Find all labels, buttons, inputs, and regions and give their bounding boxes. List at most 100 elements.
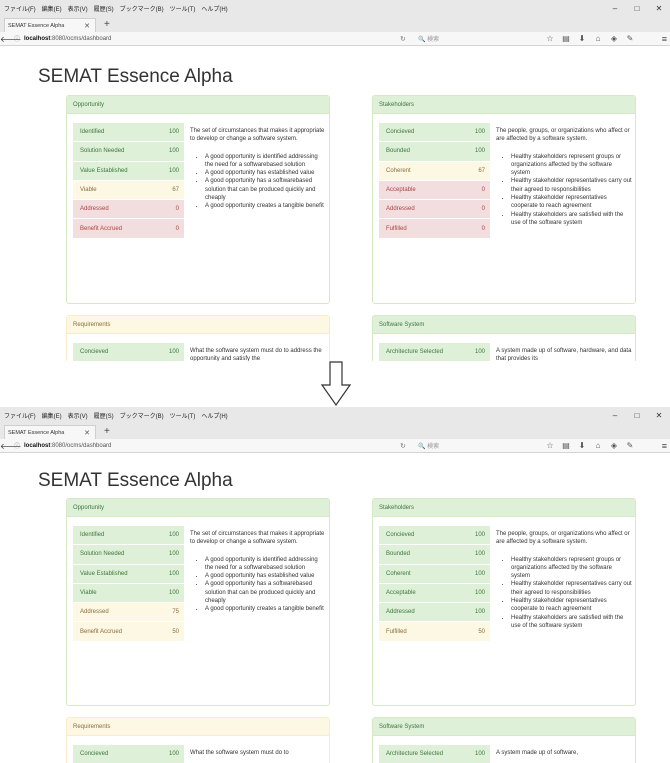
state-row[interactable]: Viable 100 [73,583,184,604]
menu-bar: ファイル(F) 編集(E) 表示(V) 履歴(S) ブックマーク(B) ツール(… [0,407,670,424]
extension-icon[interactable]: ✎ [622,441,638,450]
panel-software-system: Software System Architecture Selected 100 A… [372,315,636,361]
minimize-button[interactable]: – [604,407,626,424]
maximize-button[interactable]: □ [626,407,648,424]
state-row[interactable]: Concieved 100 [73,343,184,361]
state-row[interactable]: Coherent 100 [379,564,490,584]
state-row[interactable]: Fulfilled 50 [379,622,490,642]
search-input[interactable]: 🔍 検索 [418,441,439,450]
extension-icon[interactable]: ✎ [622,34,638,43]
pocket-icon[interactable]: ◈ [606,441,622,450]
info-icon[interactable]: ⓘ [14,441,22,450]
menu-view[interactable]: 表示(V) [68,411,88,420]
minimize-button[interactable]: – [604,0,626,17]
tab-close-icon[interactable]: ✕ [84,429,90,437]
menu-history[interactable]: 履歴(S) [94,411,114,420]
menu-edit[interactable]: 編集(E) [42,4,62,13]
state-row[interactable]: Acceptable 100 [379,583,490,604]
menu-file[interactable]: ファイル(F) [4,411,36,420]
state-row[interactable]: Bounded 100 [379,545,490,565]
state-row[interactable]: Coherent 67 [379,161,490,181]
maximize-button[interactable]: □ [626,0,648,17]
back-arrow-icon[interactable]: 🡐 [0,34,21,44]
state-name: Benefit Accrued [80,225,123,232]
new-tab-button[interactable]: + [104,18,110,32]
state-row[interactable]: Identified 100 [73,123,184,143]
state-row[interactable]: Value Established 100 [73,161,184,181]
state-name: Coherent [386,570,411,577]
state-row[interactable]: Addressed 100 [379,603,490,623]
home-icon[interactable]: ⌂ [590,441,606,450]
menu-help[interactable]: ヘルプ(H) [201,411,227,420]
bookmark-star-icon[interactable]: ☆ [542,34,558,43]
state-row[interactable]: Benefit Accrued 50 [73,622,184,642]
tab-close-icon[interactable]: ✕ [84,22,90,30]
menu-bar: ファイル(F) 編集(E) 表示(V) 履歴(S) ブックマーク(B) ツール(… [0,0,670,17]
hamburger-menu-icon[interactable]: ≡ [662,34,667,44]
menu-history[interactable]: 履歴(S) [94,4,114,13]
new-tab-button[interactable]: + [104,425,110,439]
state-row[interactable]: Architecture Selected 100 [379,745,490,763]
state-value: 67 [478,167,485,174]
download-icon[interactable]: ⬇ [574,34,590,43]
state-name: Solution Needed [80,148,125,155]
state-row[interactable]: Value Established 100 [73,564,184,584]
info-icon[interactable]: ⓘ [14,34,22,43]
back-arrow-icon[interactable]: 🡐 [0,441,21,451]
menu-file[interactable]: ファイル(F) [4,4,36,13]
home-icon[interactable]: ⌂ [590,34,606,43]
close-window-button[interactable]: ✕ [648,407,670,424]
alpha-description: A system made up of software, [496,749,632,757]
navigation-bar: 🡐 ⓘ localhost:8080/ocms/dashboard ↻ 🔍 検索… [0,439,670,453]
bookmark-star-icon[interactable]: ☆ [542,441,558,450]
pocket-icon[interactable]: ◈ [606,34,622,43]
menu-bookmarks[interactable]: ブックマーク(B) [120,4,164,13]
close-window-button[interactable]: ✕ [648,0,670,17]
screenshot-before: ファイル(F) 編集(E) 表示(V) 履歴(S) ブックマーク(B) ツール(… [0,0,670,361]
state-row[interactable]: Solution Needed 100 [73,545,184,565]
state-row[interactable]: Addressed 75 [73,603,184,623]
menu-bookmarks[interactable]: ブックマーク(B) [120,411,164,420]
state-value: 100 [474,590,485,597]
window-controls: – □ ✕ [604,407,670,424]
state-row[interactable]: Acceptable 0 [379,180,490,201]
hamburger-menu-icon[interactable]: ≡ [662,441,667,451]
browser-tab[interactable]: SEMAT Essence Alpha ✕ [4,18,96,32]
state-list: Identified 100 Solution Needed 100 Value Est… [73,526,184,642]
checklist-item: A good opportunity is identified address… [205,153,326,170]
state-row[interactable]: Bounded 100 [379,142,490,162]
reload-icon[interactable]: ↻ [400,35,406,43]
reload-icon[interactable]: ↻ [400,442,406,450]
state-row[interactable]: Solution Needed 100 [73,142,184,162]
menu-edit[interactable]: 編集(E) [42,411,62,420]
state-row[interactable]: Fulfilled 0 [379,219,490,239]
state-name: Concieved [80,751,109,758]
state-name: Coherent [386,167,411,174]
state-row[interactable]: Addressed 0 [73,200,184,220]
search-input[interactable]: 🔍 検索 [418,34,439,43]
state-row[interactable]: Concieved 100 [379,123,490,143]
state-row[interactable]: Concieved 100 [73,745,184,763]
menu-view[interactable]: 表示(V) [68,4,88,13]
menu-tools[interactable]: ツール(T) [170,411,196,420]
tab-title: SEMAT Essence Alpha [8,22,65,29]
reading-list-icon[interactable]: ▤ [558,34,574,43]
state-row[interactable]: Addressed 0 [379,200,490,220]
checklist-item: Healthy stakeholders are satisfied with … [511,211,632,228]
state-row[interactable]: Concieved 100 [379,526,490,546]
url-bar[interactable]: localhost:8080/ocms/dashboard [24,36,111,42]
url-bar[interactable]: localhost:8080/ocms/dashboard [24,443,111,449]
state-value: 75 [172,609,179,616]
state-row[interactable]: Benefit Accrued 0 [73,219,184,239]
navigation-bar: 🡐 ⓘ localhost:8080/ocms/dashboard ↻ 🔍 検索… [0,32,670,46]
browser-tab[interactable]: SEMAT Essence Alpha ✕ [4,425,96,439]
reading-list-icon[interactable]: ▤ [558,441,574,450]
state-name: Viable [80,590,97,597]
download-icon[interactable]: ⬇ [574,441,590,450]
state-row[interactable]: Architecture Selected 100 [379,343,490,361]
menu-help[interactable]: ヘルプ(H) [201,4,227,13]
state-row[interactable]: Viable 67 [73,180,184,201]
state-name: Addressed [386,206,415,213]
menu-tools[interactable]: ツール(T) [170,4,196,13]
state-row[interactable]: Identified 100 [73,526,184,546]
